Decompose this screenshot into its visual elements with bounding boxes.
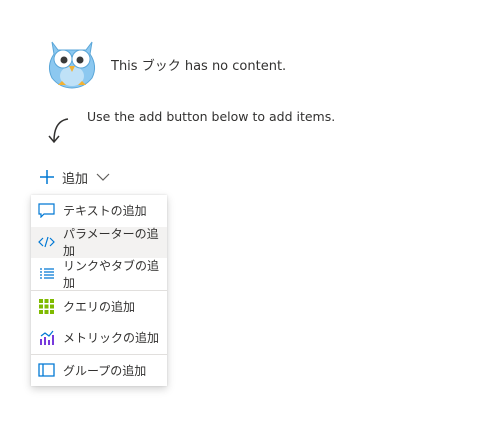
menu-item-add-group[interactable]: グループの追加	[31, 355, 167, 387]
chevron-down-icon	[96, 173, 110, 181]
code-icon	[38, 234, 55, 251]
bulleted-list-icon	[38, 265, 55, 282]
menu-item-add-query[interactable]: クエリの追加	[31, 291, 167, 323]
metrics-chart-icon	[38, 329, 55, 346]
add-button[interactable]: 追加	[38, 165, 110, 189]
plus-icon	[40, 170, 54, 184]
empty-state-message: This ブック has no content.	[111, 59, 287, 74]
add-menu: テキストの追加 パラメーターの追加 リンクやタブの追加 クエリの追加 メトリック…	[31, 195, 167, 386]
menu-item-add-parameter[interactable]: パラメーターの追加	[31, 226, 167, 259]
curved-arrow-icon	[48, 118, 69, 144]
menu-item-label: テキストの追加	[63, 204, 147, 219]
grid-icon	[38, 298, 55, 315]
menu-item-label: グループの追加	[63, 363, 147, 378]
menu-item-label: リンクやタブの追加	[63, 258, 160, 290]
group-panel-icon	[38, 362, 55, 379]
owl-illustration	[48, 41, 96, 89]
text-comment-icon	[38, 202, 55, 219]
menu-item-add-text[interactable]: テキストの追加	[31, 195, 167, 227]
menu-item-label: メトリックの追加	[63, 331, 160, 346]
add-button-label: 追加	[62, 171, 89, 187]
menu-item-label: クエリの追加	[63, 299, 136, 314]
menu-item-label: パラメーターの追加	[63, 227, 159, 259]
menu-item-add-links-tabs[interactable]: リンクやタブの追加	[31, 258, 167, 290]
menu-item-add-metric[interactable]: メトリックの追加	[31, 322, 167, 354]
add-hint-message: Use the add button below to add items.	[87, 109, 336, 124]
